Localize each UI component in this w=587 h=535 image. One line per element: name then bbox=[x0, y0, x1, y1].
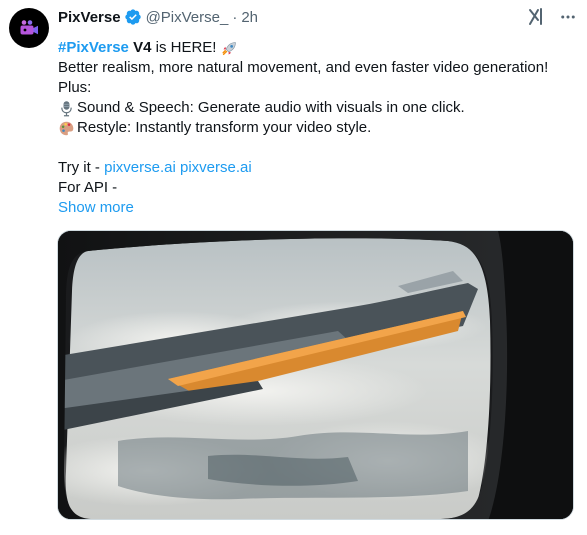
verified-badge-icon[interactable] bbox=[124, 8, 142, 26]
avatar[interactable] bbox=[9, 8, 49, 48]
timestamp[interactable]: 2h bbox=[241, 9, 258, 26]
grok-icon[interactable] bbox=[526, 6, 548, 28]
more-options-icon[interactable] bbox=[555, 4, 581, 30]
version-label: V4 bbox=[133, 39, 152, 56]
tweet-media-video[interactable] bbox=[57, 230, 574, 520]
rocket-icon bbox=[221, 40, 238, 57]
body-line-4: Sound & Speech: Generate audio with visu… bbox=[58, 98, 578, 118]
body-line-3: Plus: bbox=[58, 79, 92, 96]
hashtag-link[interactable]: #PixVerse bbox=[58, 38, 129, 58]
pixverse-link-2[interactable]: pixverse.ai bbox=[180, 158, 252, 178]
palette-icon bbox=[58, 120, 75, 137]
tweet-text: #PixVerse V4 is HERE! Better realism, mo… bbox=[58, 38, 578, 218]
body-line-5: Restyle: Instantly transform your video … bbox=[58, 118, 578, 138]
separator-dot: · bbox=[232, 8, 238, 26]
tweet[interactable]: PixVerse @PixVerse_ · 2h #PixVerse V4 is… bbox=[0, 0, 587, 535]
api-line: For API - bbox=[58, 179, 118, 196]
try-it-prefix: Try it - bbox=[58, 159, 105, 176]
pixverse-link-1[interactable]: pixverse.ai bbox=[104, 158, 176, 178]
show-more-link[interactable]: Show more bbox=[58, 198, 578, 218]
try-it-line: Try it - pixverse.ai pixverse.ai bbox=[58, 158, 578, 178]
sound-speech-text: Sound & Speech: Generate audio with visu… bbox=[77, 99, 465, 116]
body-line-2: Better realism, more natural movement, a… bbox=[58, 59, 549, 76]
author-name[interactable]: PixVerse bbox=[58, 9, 121, 26]
headline-text: is HERE! bbox=[155, 39, 217, 56]
tweet-header: PixVerse @PixVerse_ · 2h bbox=[58, 7, 258, 27]
airplane-window-image bbox=[58, 231, 573, 519]
headline-line: #PixVerse V4 is HERE! bbox=[58, 38, 578, 58]
author-handle[interactable]: @PixVerse_ bbox=[146, 9, 229, 26]
pixverse-logo-icon bbox=[20, 20, 38, 35]
restyle-text: Restyle: Instantly transform your video … bbox=[77, 119, 372, 136]
microphone-icon bbox=[58, 100, 75, 117]
